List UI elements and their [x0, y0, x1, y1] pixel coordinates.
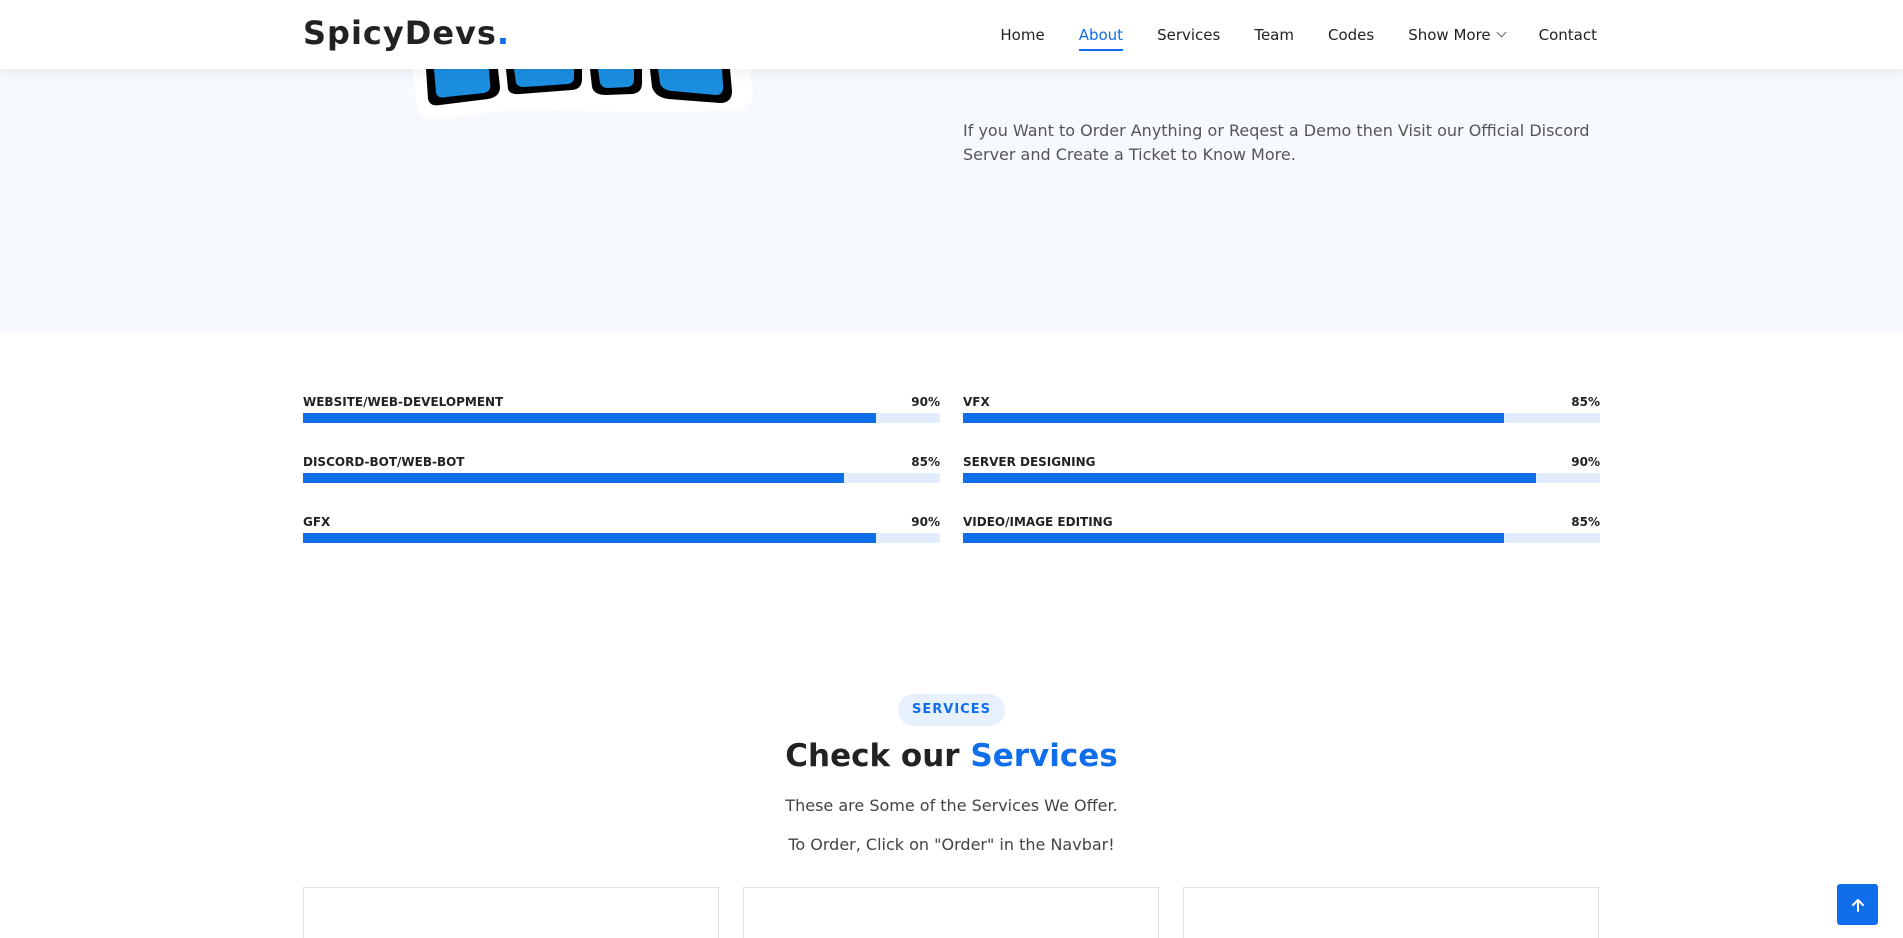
nav-codes[interactable]: Codes	[1328, 0, 1374, 69]
skill-label: GFX	[303, 515, 331, 529]
nav-about-label: About	[1078, 25, 1124, 44]
skill-bar	[963, 413, 1600, 423]
skill-value: 90%	[1571, 455, 1600, 469]
skill-label: VFX	[963, 395, 990, 409]
skill-bar	[303, 473, 940, 483]
skill-bar-fill	[963, 473, 1537, 483]
skill-value: 85%	[1571, 395, 1600, 409]
service-card[interactable]	[303, 887, 719, 938]
skill-label: SERVER DESIGNING	[963, 455, 1096, 469]
skill-value: 90%	[911, 515, 940, 529]
logo-text: SpicyDevs	[303, 14, 497, 52]
skill-bar	[963, 473, 1600, 483]
services-subtitle-1: These are Some of the Services We Offer.	[785, 796, 1118, 815]
about-illustration	[412, 69, 753, 117]
site-logo[interactable]: SpicyDevs.	[303, 14, 510, 52]
main-nav: Home About Services Team Codes Show More…	[966, 0, 1597, 69]
skill-label: VIDEO/IMAGE EDITING	[963, 515, 1113, 529]
nav-home-label: Home	[1000, 25, 1045, 44]
site-header: SpicyDevs. Home About Services Team Code…	[0, 0, 1903, 69]
arrow-up-icon	[1851, 898, 1864, 912]
skill-bar	[303, 533, 940, 543]
nav-codes-label: Codes	[1327, 25, 1375, 44]
nav-contact-label: Contact	[1538, 25, 1597, 44]
skill-bar-fill	[303, 473, 845, 483]
skill-item: SERVER DESIGNING 90%	[963, 455, 1600, 495]
about-section: If you Want to Order Anything or Reqest …	[0, 69, 1903, 333]
back-to-top-button[interactable]	[1837, 884, 1878, 925]
service-card[interactable]	[743, 887, 1159, 938]
logo-dot: .	[496, 14, 511, 52]
about-paragraph: If you Want to Order Anything or Reqest …	[963, 121, 1590, 164]
services-badge: SERVICES	[898, 694, 1005, 726]
skill-item: WEBSITE/WEB-DEVELOPMENT 90%	[303, 395, 940, 435]
skill-label: DISCORD-BOT/WEB-BOT	[303, 455, 465, 469]
skill-bar-fill	[303, 413, 877, 423]
skill-item: GFX 90%	[303, 515, 940, 555]
chevron-down-icon	[1496, 27, 1507, 38]
skill-bar-fill	[963, 413, 1505, 423]
service-card[interactable]	[1183, 887, 1599, 938]
skill-item: DISCORD-BOT/WEB-BOT 85%	[303, 455, 940, 495]
nav-services-label: Services	[1157, 25, 1221, 44]
skill-label: WEBSITE/WEB-DEVELOPMENT	[303, 395, 504, 409]
nav-contact[interactable]: Contact	[1539, 0, 1597, 69]
services-title-highlight: Services	[970, 738, 1118, 774]
nav-services[interactable]: Services	[1157, 0, 1220, 69]
skills-section: WEBSITE/WEB-DEVELOPMENT 90% VFX 85% DISC…	[0, 333, 1903, 633]
nav-home[interactable]: Home	[1000, 0, 1044, 69]
services-title-prefix: Check our	[785, 738, 960, 774]
nav-show-more-label: Show More	[1408, 25, 1491, 44]
skill-item: VIDEO/IMAGE EDITING 85%	[963, 515, 1600, 555]
skill-item: VFX 85%	[963, 395, 1600, 435]
services-subtitle-2: To Order, Click on "Order" in the Navbar…	[788, 835, 1115, 854]
skill-bar	[963, 533, 1600, 543]
nav-team-label: Team	[1254, 25, 1294, 44]
skill-value: 85%	[911, 455, 940, 469]
nav-show-more[interactable]: Show More	[1408, 0, 1507, 69]
nav-about[interactable]: About	[1078, 0, 1124, 69]
skill-bar	[303, 413, 940, 423]
nav-team[interactable]: Team	[1254, 0, 1294, 69]
skill-value: 85%	[1571, 515, 1600, 529]
skill-bar-fill	[963, 533, 1505, 543]
services-title: Check our Services	[0, 738, 1903, 774]
skill-bar-fill	[303, 533, 877, 543]
skill-value: 90%	[911, 395, 940, 409]
